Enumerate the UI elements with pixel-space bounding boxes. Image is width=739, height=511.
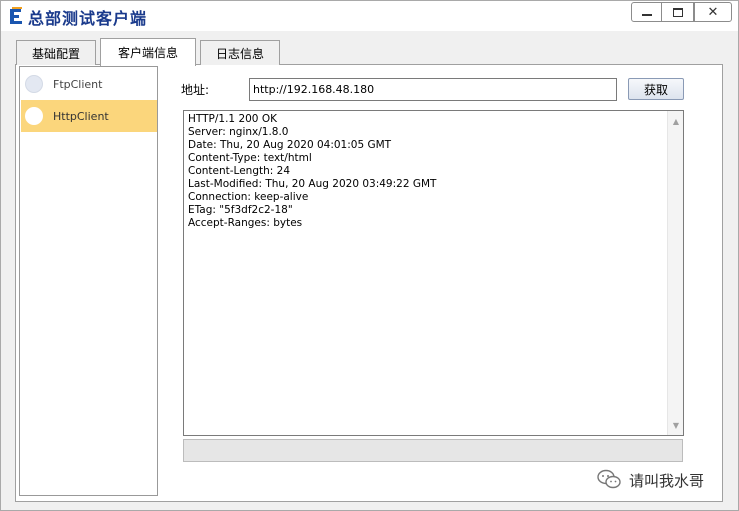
address-label: 地址:: [181, 83, 210, 97]
fetch-button[interactable]: 获取: [628, 78, 684, 100]
client-item-ftp[interactable]: FtpClient: [21, 68, 157, 100]
title-bar[interactable]: 总部测试客户端 ✕: [1, 1, 738, 31]
close-icon: ✕: [707, 4, 719, 20]
circle-icon: [25, 75, 43, 93]
client-item-http[interactable]: HttpClient: [21, 100, 157, 132]
response-textarea[interactable]: HTTP/1.1 200 OK Server: nginx/1.8.0 Date…: [183, 110, 684, 436]
app-logo-icon: [10, 7, 22, 24]
watermark-text: 请叫我水哥: [629, 471, 705, 490]
close-button[interactable]: ✕: [694, 2, 732, 22]
client-list: FtpClient HttpClient: [19, 66, 158, 496]
tab-log-info[interactable]: 日志信息: [200, 40, 280, 65]
minimize-button[interactable]: [631, 2, 662, 22]
watermark: 请叫我水哥: [597, 467, 704, 493]
vertical-scrollbar[interactable]: ▲ ▼: [667, 111, 683, 435]
scroll-down-icon[interactable]: ▼: [668, 417, 684, 433]
address-input[interactable]: http://192.168.48.180: [249, 78, 617, 101]
client-item-label: HttpClient: [53, 109, 109, 123]
window-title: 总部测试客户端: [28, 9, 148, 28]
tab-client-info[interactable]: 客户端信息: [100, 38, 196, 66]
main-window: 总部测试客户端 ✕ 基础配置 客户端信息 日志信息 FtpClient Http…: [0, 0, 739, 511]
maximize-icon: [672, 7, 683, 17]
tab-basic-config[interactable]: 基础配置: [16, 40, 96, 65]
maximize-button[interactable]: [661, 2, 694, 22]
scroll-up-icon[interactable]: ▲: [668, 113, 684, 129]
progress-bar: [183, 439, 683, 462]
response-text: HTTP/1.1 200 OK Server: nginx/1.8.0 Date…: [188, 113, 437, 229]
wechat-icon: [597, 469, 621, 489]
minimize-icon: [641, 14, 652, 16]
client-item-label: FtpClient: [53, 77, 103, 91]
circle-icon: [25, 107, 43, 125]
